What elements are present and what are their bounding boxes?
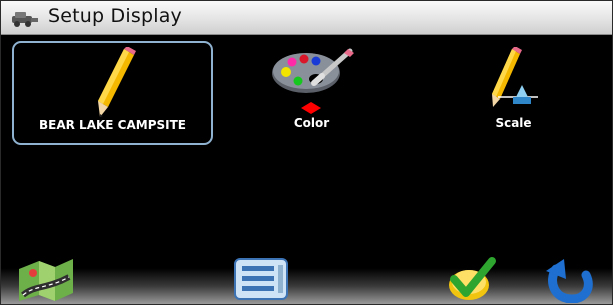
back-arrow-icon[interactable] bbox=[542, 255, 600, 303]
bottom-toolbar bbox=[1, 253, 612, 304]
option-label: BEAR LAKE CAMPSITE bbox=[39, 118, 186, 132]
option-tile-name[interactable]: BEAR LAKE CAMPSITE bbox=[12, 41, 213, 145]
setup-display-window: Setup Display BEAR LAKE CAMPSITE Color S… bbox=[0, 0, 613, 305]
option-label: Color bbox=[293, 116, 330, 130]
menu-list-icon[interactable] bbox=[232, 255, 290, 303]
palette-icon bbox=[272, 48, 354, 93]
checkmark-icon[interactable] bbox=[442, 255, 500, 303]
pencil-icon bbox=[98, 47, 136, 117]
map-icon[interactable] bbox=[17, 255, 75, 303]
pencil-scale-icon bbox=[492, 47, 538, 107]
selection-pointer-icon bbox=[301, 102, 321, 114]
vehicle-icon bbox=[12, 12, 38, 27]
options-panel: BEAR LAKE CAMPSITE Color Scale bbox=[1, 35, 612, 253]
option-tile-scale[interactable]: Scale bbox=[456, 41, 571, 141]
title-bar: Setup Display bbox=[1, 1, 612, 35]
option-tile-color[interactable]: Color bbox=[248, 41, 375, 141]
page-title: Setup Display bbox=[48, 5, 182, 27]
option-label: Scale bbox=[495, 116, 532, 130]
